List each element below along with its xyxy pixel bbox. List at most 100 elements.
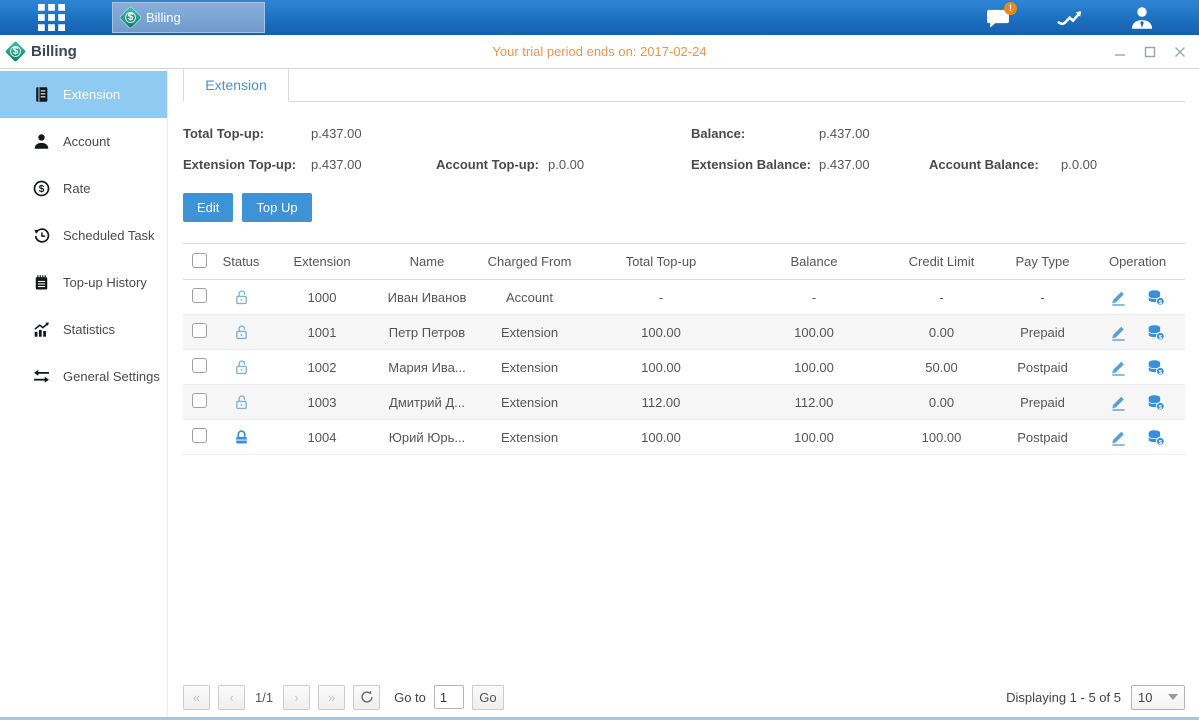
sidebar-item-account[interactable]: Account <box>0 118 167 165</box>
cell-extension: 1003 <box>267 385 377 420</box>
cell-extension: 1004 <box>267 420 377 455</box>
refresh-button[interactable] <box>353 685 380 710</box>
app-grid-glyph <box>38 4 65 31</box>
summary-panel: Total Top-up: p.437.00 Extension Top-up:… <box>183 118 1185 180</box>
top-up-button[interactable]: Top Up <box>242 193 311 222</box>
sidebar-item-general-settings[interactable]: General Settings <box>0 353 167 400</box>
account-topup-label: Account Top-up: <box>436 157 548 172</box>
cell-credit-limit: 50.00 <box>888 350 995 385</box>
col-pay-type: Pay Type <box>995 244 1090 280</box>
prev-page-button[interactable]: ‹ <box>218 685 245 710</box>
col-extension: Extension <box>267 244 377 280</box>
cell-total-topup: 100.00 <box>582 420 740 455</box>
account-balance-value: p.0.00 <box>1061 157 1097 172</box>
minimize-button[interactable] <box>1111 43 1129 61</box>
sidebar-item-label: Extension <box>63 87 120 102</box>
person-icon <box>33 133 50 150</box>
select-all-checkbox[interactable] <box>192 253 207 268</box>
first-page-button[interactable]: « <box>183 685 210 710</box>
row-checkbox[interactable] <box>192 393 207 408</box>
top-bar: $ Billing ! <box>0 0 1199 35</box>
edit-pencil-icon[interactable] <box>1110 394 1127 411</box>
cell-credit-limit: 0.00 <box>888 385 995 420</box>
lock-icon <box>233 429 250 446</box>
row-checkbox[interactable] <box>192 288 207 303</box>
topup-coins-icon[interactable]: $ <box>1147 324 1165 341</box>
table-row: 1001 Петр Петров Extension 100.00 100.00… <box>183 315 1185 350</box>
trial-notice: Your trial period ends on: 2017-02-24 <box>0 44 1199 59</box>
sidebar-item-scheduled-task[interactable]: Scheduled Task <box>0 212 167 259</box>
tab-extension[interactable]: Extension <box>183 69 289 102</box>
topup-coins-icon[interactable]: $ <box>1147 289 1165 306</box>
row-checkbox[interactable] <box>192 323 207 338</box>
app-diamond-icon: $ <box>5 41 26 62</box>
cell-charged-from: Extension <box>477 315 582 350</box>
sidebar-item-extension[interactable]: Extension <box>0 71 167 118</box>
displaying-text: Displaying 1 - 5 of 5 <box>1006 690 1121 705</box>
edit-pencil-icon[interactable] <box>1110 359 1127 376</box>
sidebar-item-label: Rate <box>63 181 90 196</box>
col-name: Name <box>377 244 477 280</box>
page-size-select[interactable]: 10 <box>1131 685 1185 710</box>
col-charged-from: Charged From <box>477 244 582 280</box>
goto-label: Go to <box>394 690 426 705</box>
cell-total-topup: 112.00 <box>582 385 740 420</box>
chart-glyph <box>1055 6 1085 30</box>
unlock-icon <box>233 289 250 306</box>
unlock-icon <box>233 394 250 411</box>
total-topup-label: Total Top-up: <box>183 126 311 141</box>
row-checkbox[interactable] <box>192 428 207 443</box>
maximize-icon <box>1144 46 1156 58</box>
topup-coins-icon[interactable]: $ <box>1147 429 1165 446</box>
dollar-circle-icon: $ <box>33 180 50 197</box>
close-button[interactable] <box>1171 43 1189 61</box>
cell-credit-limit: - <box>888 280 995 315</box>
unlock-icon <box>233 359 250 376</box>
cell-name: Петр Петров <box>377 315 477 350</box>
extension-balance-value: p.437.00 <box>819 157 929 172</box>
edit-pencil-icon[interactable] <box>1110 324 1127 341</box>
edit-pencil-icon[interactable] <box>1110 429 1127 446</box>
topup-coins-icon[interactable]: $ <box>1147 359 1165 376</box>
taskbar-tab-billing[interactable]: $ Billing <box>112 2 265 33</box>
sidebar-item-rate[interactable]: $ Rate <box>0 165 167 212</box>
status-lock-icon <box>233 393 250 408</box>
edit-button[interactable]: Edit <box>183 193 233 222</box>
window-controls <box>1111 43 1189 61</box>
tab-strip: Extension <box>183 69 1185 102</box>
sidebar: Extension Account $ Rate Scheduled Task <box>0 69 168 720</box>
cell-name: Юрий Юрь... <box>377 420 477 455</box>
total-topup-value: p.437.00 <box>311 126 362 141</box>
col-credit-limit: Credit Limit <box>888 244 995 280</box>
col-total-topup: Total Top-up <box>582 244 740 280</box>
row-checkbox[interactable] <box>192 358 207 373</box>
table-header-row: Status Extension Name Charged From Total… <box>183 244 1185 280</box>
cell-extension: 1000 <box>267 280 377 315</box>
sidebar-item-label: General Settings <box>63 369 160 384</box>
sidebar-item-topup-history[interactable]: Top-up History <box>0 259 167 306</box>
edit-pencil-icon[interactable] <box>1110 289 1127 306</box>
next-page-button[interactable]: › <box>283 685 310 710</box>
cell-total-topup: - <box>582 280 740 315</box>
status-lock-icon <box>233 358 250 373</box>
refresh-icon <box>360 690 374 704</box>
notepad-icon <box>33 274 50 291</box>
maximize-button[interactable] <box>1141 43 1159 61</box>
cell-total-topup: 100.00 <box>582 315 740 350</box>
go-button[interactable]: Go <box>472 685 504 710</box>
cell-name: Иван Иванов <box>377 280 477 315</box>
col-balance: Balance <box>740 244 888 280</box>
cell-charged-from: Extension <box>477 350 582 385</box>
sidebar-item-label: Scheduled Task <box>63 228 155 243</box>
table-row: 1000 Иван Иванов Account - - - - $ <box>183 280 1185 315</box>
topup-coins-icon[interactable]: $ <box>1147 394 1165 411</box>
last-page-button[interactable]: » <box>318 685 345 710</box>
cell-credit-limit: 0.00 <box>888 315 995 350</box>
user-icon[interactable] <box>1125 4 1159 32</box>
close-icon <box>1174 46 1186 58</box>
chat-icon[interactable]: ! <box>981 4 1015 32</box>
goto-page-input[interactable] <box>434 685 464 709</box>
sidebar-item-statistics[interactable]: Statistics <box>0 306 167 353</box>
app-grid-icon[interactable] <box>36 3 66 33</box>
chart-icon[interactable] <box>1053 4 1087 32</box>
